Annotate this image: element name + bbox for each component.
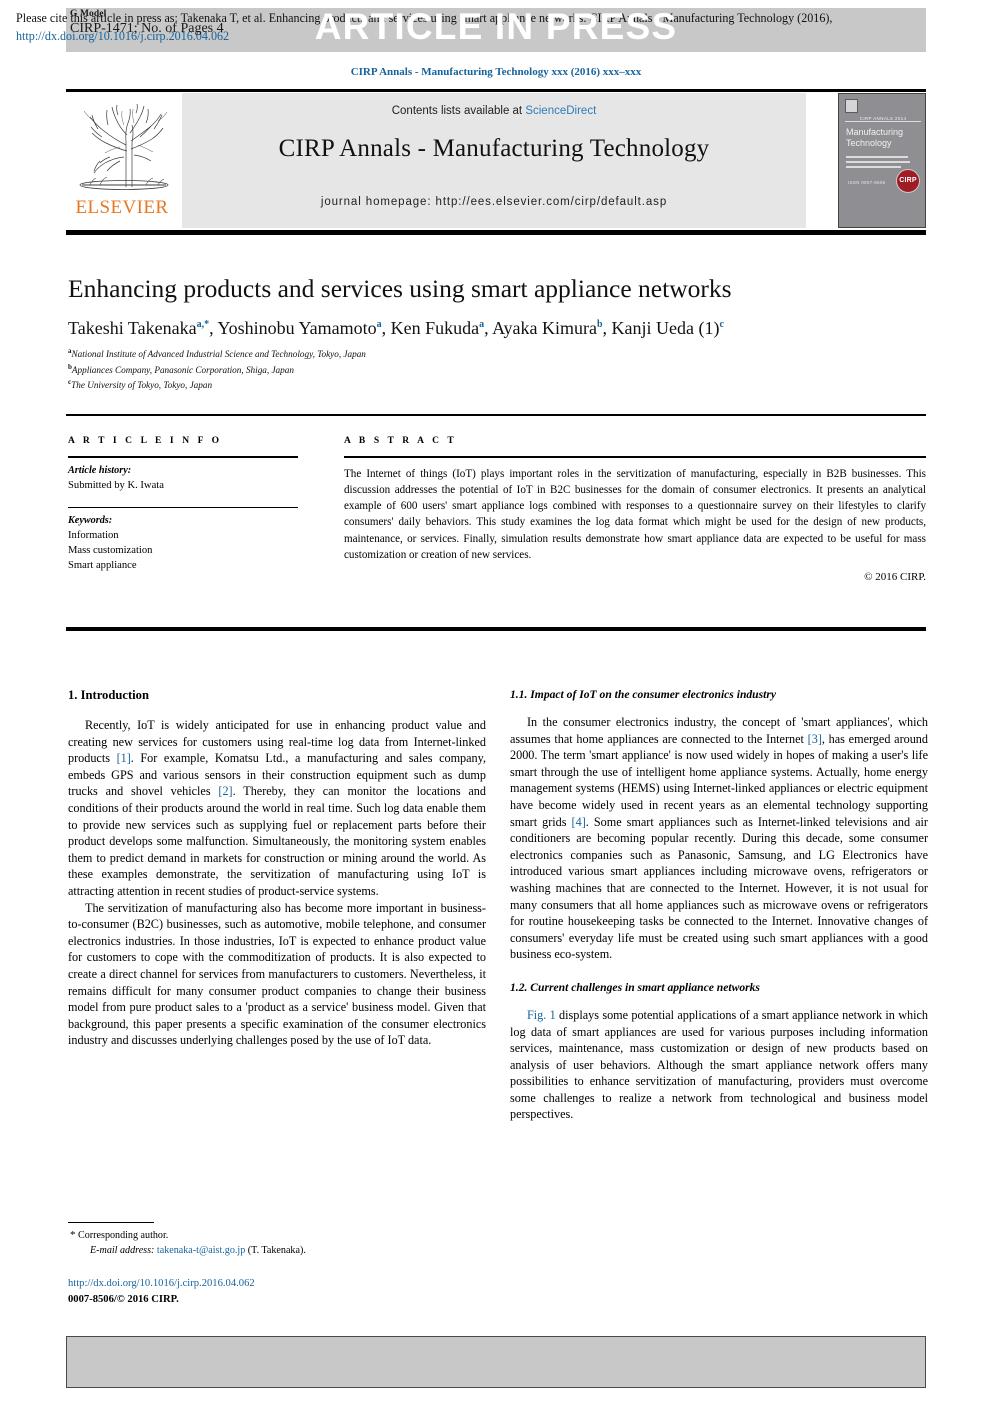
article-history-value: Submitted by K. Iwata bbox=[68, 479, 164, 491]
corresponding-author-note: * Corresponding author. bbox=[68, 1228, 486, 1244]
g-model-label: G Model bbox=[70, 9, 107, 19]
affiliation-text-c: The University of Tokyo, Tokyo, Japan bbox=[71, 380, 213, 391]
section-heading-introduction: 1. Introduction bbox=[68, 688, 149, 702]
paragraph-1-1: In the consumer electronics industry, th… bbox=[510, 714, 928, 963]
sciencedirect-link[interactable]: ScienceDirect bbox=[525, 105, 596, 117]
author-marks-1: a bbox=[376, 319, 382, 330]
subsection-heading-1-2: 1.2. Current challenges in smart applian… bbox=[510, 980, 760, 994]
doi-link[interactable]: http://dx.doi.org/10.1016/j.cirp.2016.04… bbox=[68, 1276, 486, 1292]
paragraph-intro-2: The servitization of manufacturing also … bbox=[68, 900, 486, 1048]
journal-reference-line: CIRP Annals - Manufacturing Technology x… bbox=[350, 66, 642, 78]
affiliation-item: aNational Institute of Advanced Industri… bbox=[68, 346, 928, 362]
doi-block: http://dx.doi.org/10.1016/j.cirp.2016.04… bbox=[68, 1276, 486, 1308]
paragraph-1-2: Fig. 1 displays some potential applicati… bbox=[510, 1007, 928, 1123]
corresponding-author-text: Corresponding author. bbox=[78, 1230, 169, 1242]
page-title: Enhancing products and services using sm… bbox=[68, 274, 732, 303]
author-name-1: Yoshinobu Yamamoto bbox=[217, 318, 377, 338]
abstract-column: A B S T R A C T The Internet of things (… bbox=[344, 436, 926, 583]
article-info-heading: A R T I C L E I N F O bbox=[68, 436, 223, 446]
author-name-0: Takeshi Takenaka bbox=[68, 318, 197, 338]
email-label: E-mail address: bbox=[90, 1245, 155, 1257]
cover-rule bbox=[845, 121, 921, 122]
author-marks-3: b bbox=[596, 319, 603, 330]
cover-annals-label: CIRP ANNALS 2014 bbox=[853, 116, 913, 121]
cite-this-article-box bbox=[66, 1336, 926, 1388]
article-history-label: Article history: bbox=[68, 464, 132, 476]
abstract-heading: A B S T R A C T bbox=[344, 436, 457, 446]
article-id: CIRP-1471; No. of Pages 4 bbox=[70, 21, 224, 37]
journal-cover-thumbnail: CIRP ANNALS 2014 Manufacturing Technolog… bbox=[838, 93, 926, 228]
author-name-4: Kanji Ueda (1) bbox=[611, 318, 720, 338]
g-model-block: G Model CIRP-1471; No. of Pages 4 bbox=[70, 9, 224, 38]
article-info-divider bbox=[68, 456, 298, 458]
issn-copyright: 0007-8506/© 2016 CIRP. bbox=[68, 1293, 179, 1305]
author-name-3: Ayaka Kimura bbox=[492, 318, 597, 338]
affiliation-text-b: Appliances Company, Panasonic Corporatio… bbox=[71, 364, 294, 375]
paragraph-text: . Some smart appliances such as Internet… bbox=[510, 814, 928, 962]
abstract-divider bbox=[344, 456, 926, 458]
body-column-left: 1. Introduction Recently, IoT is widely … bbox=[68, 688, 486, 1049]
author-marks-2: a bbox=[479, 319, 485, 330]
paragraph-intro-1: Recently, IoT is widely anticipated for … bbox=[68, 717, 486, 900]
keywords-divider bbox=[68, 506, 298, 509]
author-name-2: Ken Fukuda bbox=[390, 318, 480, 338]
subsection-heading-1-1: 1.1. Impact of IoT on the consumer elect… bbox=[510, 688, 777, 701]
affiliation-text-a: National Institute of Advanced Industria… bbox=[71, 349, 366, 360]
masthead-panel: Contents lists available at ScienceDirec… bbox=[182, 93, 806, 228]
keywords-label: Keywords: bbox=[68, 515, 113, 527]
abstract-copyright: © 2016 CIRP. bbox=[864, 571, 926, 584]
elsevier-logo: ELSEVIER bbox=[66, 93, 178, 228]
cover-title-line2: Technology bbox=[846, 137, 892, 148]
journal-title: CIRP Annals - Manufacturing Technology bbox=[278, 135, 710, 162]
masthead-rule-top bbox=[66, 89, 926, 92]
footnote-rule bbox=[68, 1222, 154, 1224]
elsevier-wordmark: ELSEVIER bbox=[75, 197, 169, 218]
keyword-item: Smart appliance bbox=[68, 560, 137, 572]
cover-issn: ISSN 0007-8506 bbox=[848, 180, 886, 185]
email-link[interactable]: takenaka-t@aist.go.jp bbox=[157, 1245, 245, 1256]
author-list: Takeshi Takenakaa,*, Yoshinobu Yamamotoa… bbox=[68, 318, 724, 338]
contents-prefix: Contents lists available at bbox=[391, 105, 526, 117]
contents-lists-line: Contents lists available at ScienceDirec… bbox=[182, 105, 806, 117]
author-marks-4: c bbox=[719, 319, 724, 330]
cover-elsevier-icon bbox=[845, 99, 858, 113]
citation-ref-3[interactable]: [3] bbox=[808, 732, 822, 746]
journal-masthead: ELSEVIER Contents lists available at Sci… bbox=[66, 93, 926, 228]
footnote-block: * Corresponding author. E-mail address: … bbox=[68, 1222, 486, 1259]
cirp-seal-icon: CIRP bbox=[896, 169, 920, 193]
affiliation-item: cThe University of Tokyo, Tokyo, Japan bbox=[68, 377, 928, 393]
figure-ref-1[interactable]: Fig. 1 bbox=[527, 1008, 556, 1022]
affiliation-item: bAppliances Company, Panasonic Corporati… bbox=[68, 362, 928, 378]
info-section-rule-bottom bbox=[66, 627, 926, 631]
citation-ref-1[interactable]: [1] bbox=[117, 751, 131, 765]
info-section-rule-top bbox=[66, 414, 926, 416]
masthead-rule-bottom bbox=[66, 230, 926, 235]
article-info-column: A R T I C L E I N F O Article history: S… bbox=[68, 436, 316, 573]
body-column-right: 1.1. Impact of IoT on the consumer elect… bbox=[510, 688, 928, 1123]
affiliation-list: aNational Institute of Advanced Industri… bbox=[68, 346, 928, 393]
cover-title-line1: Manufacturing bbox=[846, 127, 904, 137]
citation-ref-2[interactable]: [2] bbox=[218, 784, 232, 798]
elsevier-tree-icon bbox=[79, 103, 169, 190]
paper-page: ARTICLE IN PRESS G Model CIRP-1471; No. … bbox=[0, 0, 992, 1403]
paragraph-text: . Thereby, they can monitor the location… bbox=[68, 784, 486, 898]
author-marks-0: a,* bbox=[196, 319, 210, 330]
email-note: E-mail address: takenaka-t@aist.go.jp (T… bbox=[68, 1244, 486, 1259]
keyword-item: Information bbox=[68, 530, 119, 542]
journal-homepage-line[interactable]: journal homepage: http://ees.elsevier.co… bbox=[182, 196, 806, 208]
cover-title: Manufacturing Technology bbox=[846, 127, 924, 148]
keyword-item: Mass customization bbox=[68, 545, 153, 557]
paragraph-text: displays some potential applications of … bbox=[510, 1007, 928, 1122]
abstract-text: The Internet of things (IoT) plays impor… bbox=[344, 467, 926, 562]
cover-text-lines bbox=[846, 156, 912, 171]
asterisk-icon: * bbox=[70, 1229, 76, 1242]
citation-ref-4[interactable]: [4] bbox=[572, 815, 586, 829]
email-suffix: (T. Takenaka). bbox=[245, 1245, 306, 1257]
